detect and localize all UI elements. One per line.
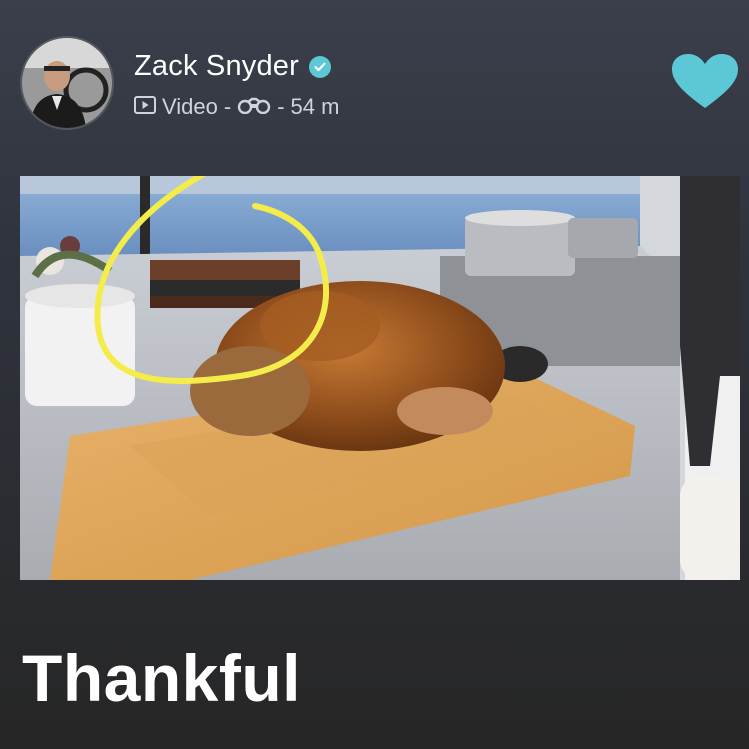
post-caption: Thankful [22, 641, 301, 715]
author: Zack Snyder [134, 50, 331, 83]
avatar[interactable] [22, 38, 112, 128]
play-icon [134, 94, 156, 120]
binoculars-icon [237, 94, 271, 120]
post-type: Video [162, 94, 218, 119]
meta-separator: - [223, 94, 232, 119]
like-button[interactable] [670, 52, 740, 112]
meta-separator: - [277, 94, 285, 119]
verified-icon [309, 55, 331, 78]
post-header: Zack Snyder Video - - 54 m [0, 0, 749, 160]
heart-icon [672, 54, 738, 108]
post-meta: Video - - 54 m [134, 94, 339, 120]
video-thumbnail[interactable] [20, 176, 740, 580]
avatar-image [22, 38, 112, 128]
author-name[interactable]: Zack Snyder [134, 50, 299, 83]
video-frame [20, 176, 740, 580]
post-time: 54 m [290, 94, 340, 119]
